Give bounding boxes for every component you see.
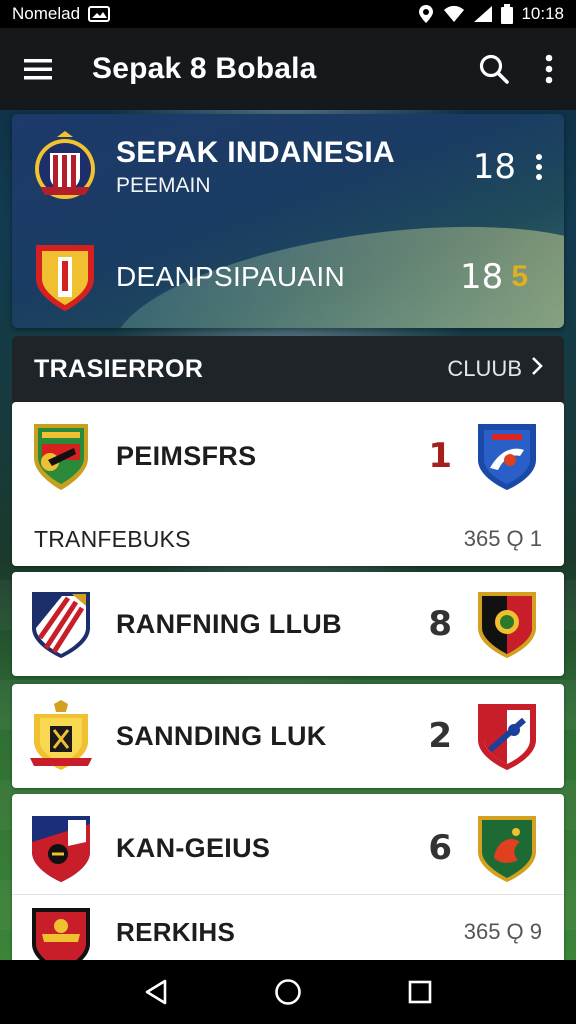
- club-link-label: CLUUB: [447, 356, 522, 381]
- more-vert-icon[interactable]: [534, 153, 544, 181]
- club-name: SANNDING LUK: [116, 720, 327, 751]
- clock: 10:18: [521, 4, 564, 23]
- featured-score-badge: 5: [511, 260, 528, 293]
- club-crest-icon: [28, 700, 94, 772]
- wifi-icon: [443, 5, 465, 23]
- signal-icon: [473, 5, 493, 23]
- transfer-score: 8: [428, 604, 452, 644]
- app-title: Sepak 8 Bobala: [92, 52, 317, 85]
- section-title: TRASIERROR: [34, 354, 204, 383]
- featured-row[interactable]: DEANPSIPAUAIN 18 5: [12, 232, 564, 322]
- home-icon[interactable]: [274, 978, 302, 1006]
- club-crest-icon: [474, 420, 540, 492]
- club-crest-icon: [30, 129, 100, 205]
- list-item[interactable]: KAN-GEIUS 6 RERKIHS 365 Ǫ 9: [12, 794, 564, 964]
- transfer-score: 2: [428, 716, 452, 756]
- status-bar: Nomelad 10:18: [0, 0, 576, 28]
- club-name: RANFNING LLUB: [116, 608, 342, 639]
- menu-icon[interactable]: [22, 57, 54, 81]
- featured-score: 18: [472, 147, 516, 187]
- list-item[interactable]: PEIMSFRS 1 TRANFEBUKS 365 Ǫ 1: [12, 402, 564, 566]
- transfer-score: 6: [428, 828, 452, 868]
- more-vert-icon[interactable]: [544, 54, 554, 84]
- club-crest-icon: [28, 904, 94, 960]
- app-bar: Sepak 8 Bobala: [0, 28, 576, 110]
- transfer-score: 1: [428, 436, 452, 476]
- system-nav-bar: [0, 960, 576, 1024]
- transfers-header: TRASIERROR CLUUB: [12, 336, 564, 402]
- club-name: RERKIHS: [116, 916, 236, 947]
- recents-icon[interactable]: [407, 979, 433, 1005]
- featured-subtitle: PEEMAIN: [116, 174, 211, 197]
- club-crest-icon: [28, 588, 94, 660]
- search-icon[interactable]: [478, 53, 510, 85]
- club-crest-icon: [28, 812, 94, 884]
- club-link[interactable]: CLUUB: [447, 356, 544, 382]
- club-crest-icon: [474, 588, 540, 660]
- club-crest-icon: [30, 239, 100, 315]
- featured-score: 18: [460, 257, 504, 297]
- chevron-right-icon: [530, 356, 544, 382]
- battery-icon: [501, 4, 514, 24]
- location-icon: [417, 4, 435, 24]
- featured-title: SEPAK INDANESIA: [116, 136, 395, 169]
- transfer-type-label: TRANFEBUKS: [34, 525, 191, 552]
- back-icon[interactable]: [143, 978, 169, 1006]
- carrier-label: Nomelad: [12, 4, 81, 23]
- featured-card[interactable]: SEPAK INDANESIA PEEMAIN 18 DEANPSIPAUAIN…: [12, 114, 564, 328]
- club-crest-icon: [474, 812, 540, 884]
- list-item[interactable]: SANNDING LUK 2: [12, 684, 564, 788]
- club-crest-icon: [28, 420, 94, 492]
- club-name: KAN-GEIUS: [116, 832, 271, 863]
- image-icon: [88, 6, 111, 22]
- featured-row[interactable]: SEPAK INDANESIA PEEMAIN 18: [12, 122, 564, 212]
- transfer-value: 365 Ǫ 9: [463, 919, 542, 944]
- club-crest-icon: [474, 700, 540, 772]
- list-item[interactable]: RANFNING LLUB 8: [12, 572, 564, 676]
- featured-title: DEANPSIPAUAIN: [116, 261, 345, 292]
- transfer-value: 365 Ǫ 1: [463, 526, 542, 551]
- club-name: PEIMSFRS: [116, 440, 257, 471]
